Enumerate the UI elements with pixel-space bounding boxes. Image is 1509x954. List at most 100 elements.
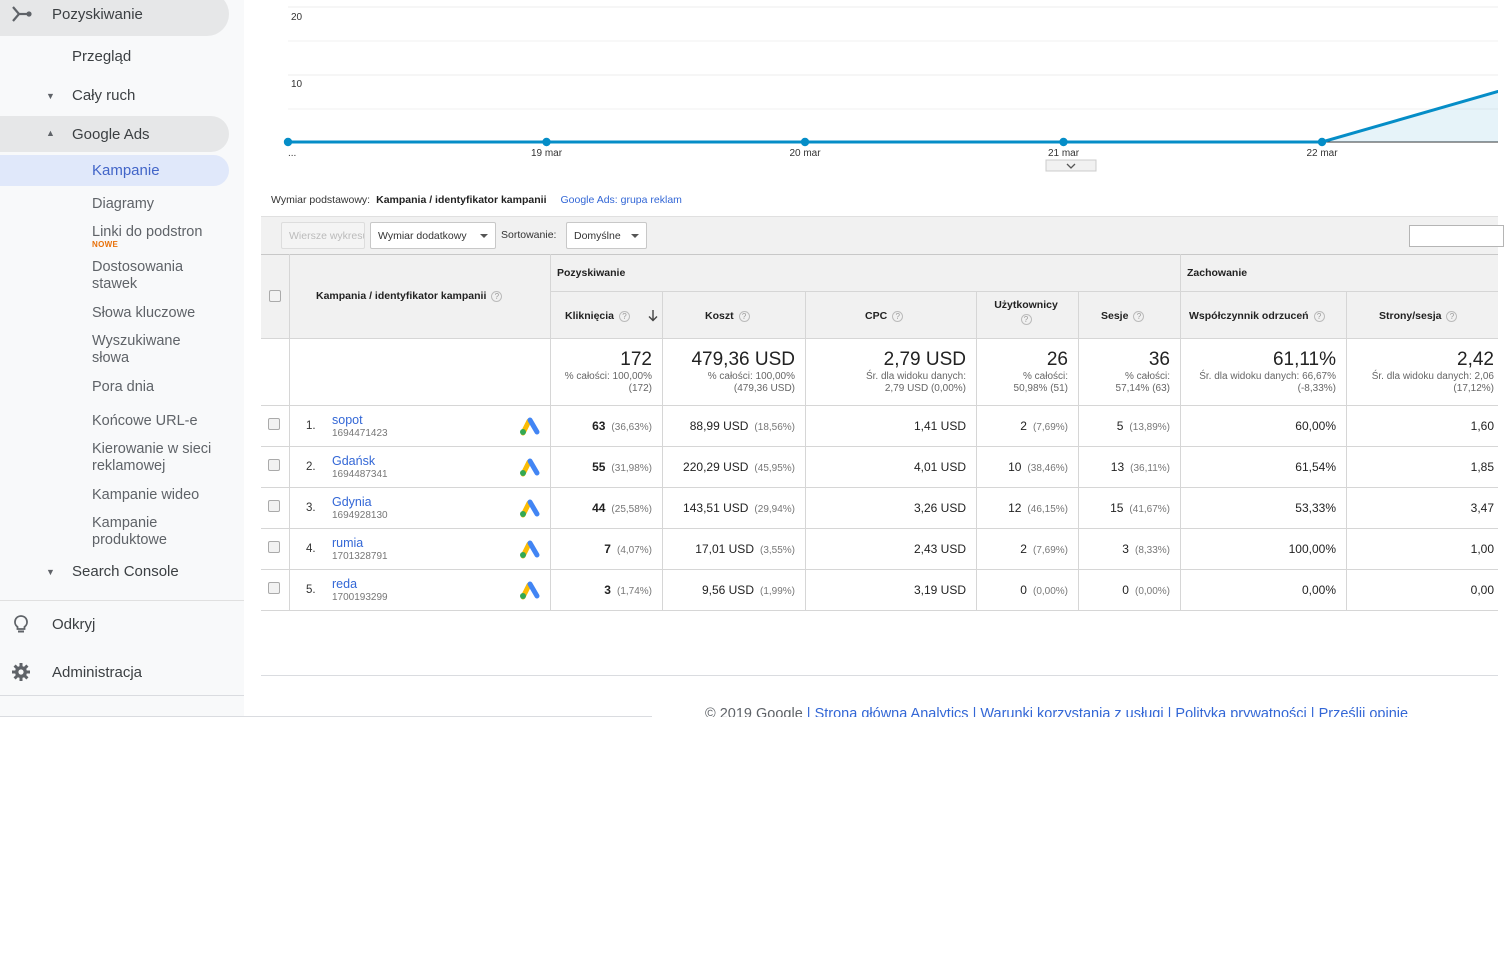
sidebar-item-sitelinks[interactable]: Linki do podstron	[92, 224, 202, 241]
sidebar-item-all-traffic[interactable]: ▼ Cały ruch	[0, 87, 229, 107]
column-header-cost[interactable]: Koszt?	[705, 310, 750, 322]
sidebar-item-shopping-campaigns[interactable]: Kampanie produktowe	[92, 515, 202, 549]
sessions-chart: 20 10 ...19 mar20 mar21 mar22 mar23 mar	[283, 6, 1498, 172]
data-point[interactable]	[1059, 137, 1068, 147]
expand-arrow-icon: ▲	[46, 128, 55, 138]
footer-link-privacy[interactable]: Polityka prywatności	[1175, 706, 1306, 717]
new-badge: NOWE	[92, 240, 119, 249]
help-icon[interactable]: ?	[1446, 310, 1458, 322]
primary-dimension-current[interactable]: Kampania / identyfikator kampanii	[376, 194, 546, 206]
column-header-label: Użytkownicy	[994, 299, 1058, 311]
sidebar: Pozyskiwanie Przegląd ▼ Cały ruch ▲ Goog…	[0, 0, 244, 717]
column-header-label: Sesje	[1101, 310, 1129, 322]
total-pages-note: Śr. dla widoku danych: 2,06 (17,12%)	[1372, 371, 1494, 395]
footer-link-feedback[interactable]: Prześlij opinię	[1319, 706, 1408, 717]
sidebar-divider	[0, 600, 244, 601]
sidebar-item-overview[interactable]: Przegląd	[0, 48, 229, 68]
column-header-users[interactable]: Użytkownicy?	[994, 299, 1058, 325]
dropdown-caret-icon	[631, 234, 639, 238]
column-header-sessions[interactable]: Sesje?	[1101, 310, 1145, 322]
help-icon[interactable]: ?	[619, 310, 631, 322]
help-icon[interactable]: ?	[1313, 310, 1325, 322]
table-search-input[interactable]	[1409, 225, 1504, 247]
row-checkbox[interactable]	[268, 541, 280, 553]
plot-rows-label: Wiersze wykresu	[289, 229, 364, 242]
sidebar-item-video-campaigns[interactable]: Kampanie wideo	[92, 487, 199, 504]
sidebar-item-google-ads[interactable]: ▲ Google Ads	[0, 116, 229, 152]
sidebar-section-acquisition[interactable]: Pozyskiwanie	[0, 0, 229, 36]
main-content: 20 10 ...19 mar20 mar21 mar22 mar23 mar …	[261, 0, 1509, 954]
row-number: 4.	[306, 543, 316, 555]
data-point[interactable]	[800, 137, 810, 147]
cpc-cell: 4,01 USD	[913, 460, 966, 474]
help-icon[interactable]: ?	[892, 310, 904, 322]
x-tick-label: 21 mar	[1048, 148, 1080, 159]
total-note-line: Śr. dla widoku danych: 2,06	[1371, 371, 1494, 382]
row-checkbox[interactable]	[268, 459, 280, 471]
sidebar-item-search-console[interactable]: ▼ Search Console	[0, 563, 229, 583]
help-icon[interactable]: ?	[1020, 314, 1032, 325]
footer-link-analytics-home[interactable]: Strona główna Analytics	[815, 706, 969, 717]
collapse-arrow-icon: ▼	[46, 91, 55, 101]
sidebar-item-final-urls[interactable]: Końcowe URL-e	[92, 413, 198, 430]
secondary-dimension-select[interactable]: Wymiar dodatkowy	[370, 222, 496, 249]
users-percent: (38,46%)	[1027, 463, 1068, 474]
column-header-cpc[interactable]: CPC?	[865, 310, 904, 322]
row-number: 3.	[306, 502, 316, 514]
sidebar-item-campaigns[interactable]: Kampanie	[0, 155, 229, 186]
acquisition-icon	[12, 6, 32, 22]
chart-resize-handle[interactable]	[1045, 159, 1097, 172]
row-checkbox[interactable]	[268, 500, 280, 512]
campaign-name-link[interactable]: Gdynia	[332, 495, 372, 509]
data-point[interactable]	[283, 137, 293, 147]
app-window: Pozyskiwanie Przegląd ▼ Cały ruch ▲ Goog…	[0, 0, 1509, 954]
sidebar-item-admin[interactable]: Administracja	[0, 650, 229, 694]
sidebar-item-discover[interactable]: Odkryj	[0, 602, 229, 646]
campaign-name-link[interactable]: reda	[332, 577, 357, 591]
cost-percent: (1,99%)	[759, 586, 795, 597]
help-icon[interactable]: ?	[738, 310, 750, 322]
primary-dimension-alt-link[interactable]: Google Ads: grupa reklam	[561, 194, 682, 206]
users-cell: 2 (7,69%)	[1020, 542, 1068, 556]
row-checkbox[interactable]	[268, 582, 280, 594]
sidebar-item-search-queries[interactable]: Wyszukiwane słowa	[92, 333, 202, 367]
users-cell: 10 (38,46%)	[1008, 460, 1068, 474]
sidebar-item-hour-of-day[interactable]: Pora dnia	[92, 379, 154, 396]
campaign-name-link[interactable]: sopot	[332, 413, 363, 427]
users-percent: (7,69%)	[1032, 545, 1068, 556]
data-point[interactable]	[1317, 137, 1327, 147]
campaign-name-link[interactable]: rumia	[332, 536, 363, 550]
help-icon[interactable]: ?	[1133, 310, 1145, 322]
sidebar-item-bid-adjustments[interactable]: Dostosowania stawek	[92, 259, 212, 293]
select-all-checkbox[interactable]	[269, 290, 281, 302]
total-users: 26	[1046, 349, 1068, 370]
column-header-label: Koszt	[705, 310, 734, 322]
row-checkbox[interactable]	[268, 418, 280, 430]
clicks-cell: 63 (36,63%)	[592, 419, 652, 433]
sidebar-item-display-targeting[interactable]: Kierowanie w sieci reklamowej	[92, 441, 227, 475]
sessions-percent: (0,00%)	[1134, 586, 1170, 597]
x-tick-label: ...	[288, 148, 296, 159]
sidebar-item-label: Kampanie	[92, 162, 160, 179]
column-header-campaign[interactable]: Kampania / identyfikator kampanii?	[316, 290, 503, 302]
table-border	[261, 254, 1498, 255]
total-note-line: % całości:	[1124, 371, 1170, 382]
column-header-pages-per-session[interactable]: Strony/sesja?	[1379, 310, 1458, 322]
sort-descending-icon[interactable]	[648, 309, 658, 322]
campaign-name-link[interactable]: Gdańsk	[332, 454, 375, 468]
help-icon[interactable]: ?	[491, 290, 503, 302]
data-point[interactable]	[542, 137, 551, 147]
plot-rows-button[interactable]: Wiersze wykresu	[281, 222, 365, 249]
x-tick-label: 22 mar	[1306, 148, 1338, 159]
clicks-percent: (36,63%)	[611, 422, 652, 433]
sidebar-item-label: Przegląd	[72, 48, 132, 65]
sidebar-item-treemaps[interactable]: Diagramy	[92, 196, 154, 213]
column-header-clicks[interactable]: Kliknięcia?	[565, 310, 631, 322]
sort-select[interactable]: Domyślne	[566, 222, 647, 249]
table-row: 2. Gdańsk 1694487341 55 (31,98%) 220,29 U…	[261, 447, 1498, 487]
cost-value: 88,99 USD	[689, 419, 749, 433]
bounce-rate-cell: 60,00%	[1295, 419, 1336, 433]
footer-link-terms[interactable]: Warunki korzystania z usługi	[980, 706, 1163, 717]
sidebar-item-keywords[interactable]: Słowa kluczowe	[92, 305, 195, 322]
column-header-bounce-rate[interactable]: Współczynnik odrzuceń?	[1189, 310, 1325, 322]
